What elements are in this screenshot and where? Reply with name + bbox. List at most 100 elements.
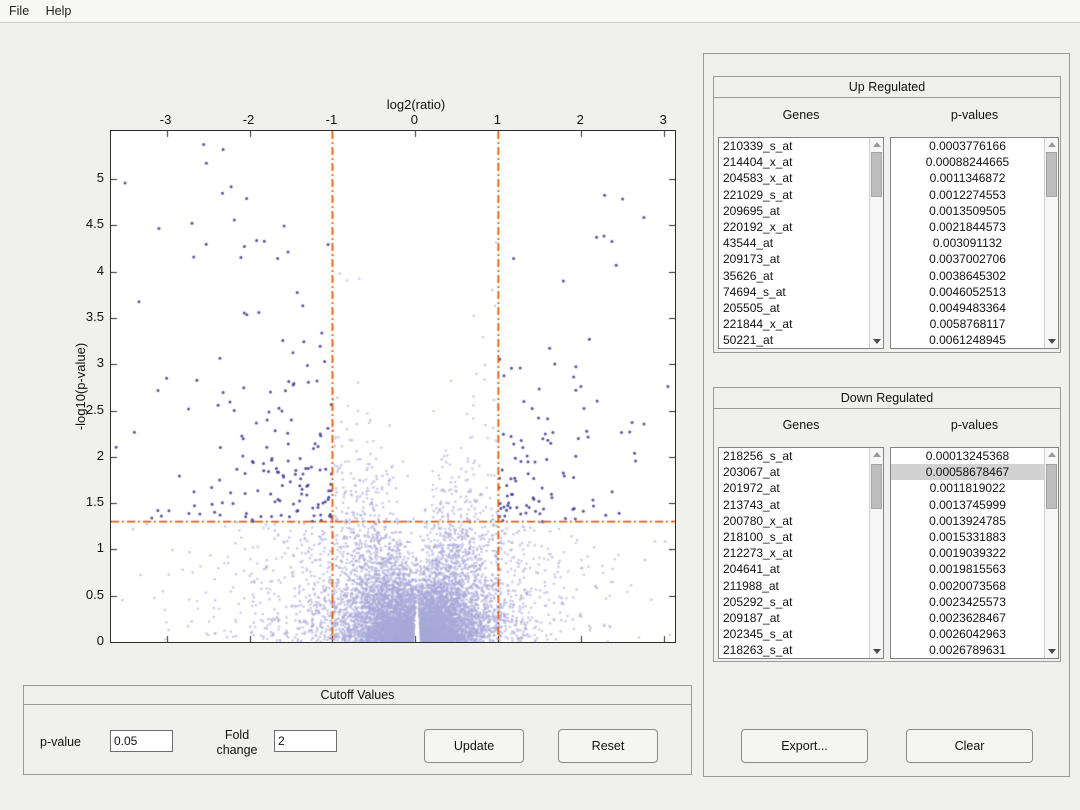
gene-list-item[interactable]: 200780_x_at xyxy=(719,513,869,529)
pvalue-list-item[interactable]: 0.0020073568 xyxy=(891,578,1044,594)
gene-list-item[interactable]: 210339_s_at xyxy=(719,138,869,154)
down-pvalues-scrollbar[interactable] xyxy=(1044,448,1058,658)
up-pvalues-scrollbar[interactable] xyxy=(1044,138,1058,348)
gene-list-item[interactable]: 202345_s_at xyxy=(719,626,869,642)
gene-list-item[interactable]: 205292_s_at xyxy=(719,594,869,610)
gene-list-item[interactable]: 35626_at xyxy=(719,268,869,284)
pvalue-list-item[interactable]: 0.0019039322 xyxy=(891,545,1044,561)
pvalue-label: p-value xyxy=(40,735,81,749)
pvalue-list-item[interactable]: 0.0015331883 xyxy=(891,529,1044,545)
pvalue-list-item[interactable]: 0.00088244665 xyxy=(891,154,1044,170)
gene-list-item[interactable]: 201972_at xyxy=(719,480,869,496)
y-tick-label: 2.5 xyxy=(64,402,104,417)
scrollbar-thumb[interactable] xyxy=(1046,152,1057,197)
scrollbar-thumb[interactable] xyxy=(871,464,882,509)
pvalue-input[interactable] xyxy=(110,730,173,752)
gene-list-item[interactable]: 204641_at xyxy=(719,561,869,577)
down-genes-scrollbar[interactable] xyxy=(869,448,883,658)
pvalue-list-item[interactable]: 0.0021844573 xyxy=(891,219,1044,235)
pvalue-list-item[interactable]: 0.0019815563 xyxy=(891,561,1044,577)
pvalue-list-item[interactable]: 0.0026042963 xyxy=(891,626,1044,642)
y-tick-label: 0.5 xyxy=(64,587,104,602)
down-pvalues-header: p-values xyxy=(890,418,1059,432)
pvalue-list-item[interactable]: 0.0013745999 xyxy=(891,497,1044,513)
scrollbar-thumb[interactable] xyxy=(1046,464,1057,509)
down-pvalues-listbox[interactable]: 0.000132453680.000586784670.00118190220.… xyxy=(890,447,1059,659)
up-genes-scrollbar[interactable] xyxy=(869,138,883,348)
y-axis-title: -log10(p-value) xyxy=(72,130,90,643)
pvalue-list-item[interactable]: 0.0026789631 xyxy=(891,642,1044,658)
menu-file[interactable]: File xyxy=(3,0,35,18)
pvalue-list-item[interactable]: 0.0037002706 xyxy=(891,251,1044,267)
gene-list-item[interactable]: 218100_s_at xyxy=(719,529,869,545)
gene-list-item[interactable]: 74694_s_at xyxy=(719,284,869,300)
pvalue-list-item[interactable]: 0.003091132 xyxy=(891,235,1044,251)
clear-button[interactable]: Clear xyxy=(906,729,1033,763)
pvalue-list-item[interactable]: 0.0046052513 xyxy=(891,284,1044,300)
gene-list-item[interactable]: 43544_at xyxy=(719,235,869,251)
pvalue-list-item[interactable]: 0.0061248945 xyxy=(891,332,1044,348)
pvalue-list-item[interactable]: 0.0013509505 xyxy=(891,203,1044,219)
x-tick-label: -3 xyxy=(146,112,186,127)
pvalue-list-item[interactable]: 0.0012274553 xyxy=(891,187,1044,203)
up-genes-listbox[interactable]: 210339_s_at214404_x_at204583_x_at221029_… xyxy=(718,137,884,349)
down-genes-listbox[interactable]: 218256_s_at203067_at201972_at213743_at20… xyxy=(718,447,884,659)
pvalue-list-item[interactable]: 0.0023628467 xyxy=(891,610,1044,626)
gene-list-item[interactable]: 211988_at xyxy=(719,578,869,594)
gene-list-item[interactable]: 218263_s_at xyxy=(719,642,869,658)
x-axis-title: log2(ratio) xyxy=(336,97,496,112)
scroll-up-icon[interactable] xyxy=(870,138,883,151)
pvalue-list-item[interactable]: 0.0058768117 xyxy=(891,316,1044,332)
update-button[interactable]: Update xyxy=(424,729,524,763)
up-regulated-title: Up Regulated xyxy=(714,77,1060,98)
x-tick-label: 2 xyxy=(560,112,600,127)
gene-list-item[interactable]: 50221_at xyxy=(719,332,869,348)
gene-list-item[interactable]: 214404_x_at xyxy=(719,154,869,170)
pvalue-list-item[interactable]: 0.0003776166 xyxy=(891,138,1044,154)
y-tick-label: 2 xyxy=(64,448,104,463)
down-genes-header: Genes xyxy=(718,418,884,432)
y-tick-label: 0 xyxy=(64,633,104,648)
gene-list-item[interactable]: 220192_x_at xyxy=(719,219,869,235)
pvalue-list-item[interactable]: 0.0049483364 xyxy=(891,300,1044,316)
scroll-down-icon[interactable] xyxy=(870,645,883,658)
pvalue-list-item[interactable]: 0.0023425573 xyxy=(891,594,1044,610)
gene-list-item[interactable]: 221029_s_at xyxy=(719,187,869,203)
gene-list-item[interactable]: 209173_at xyxy=(719,251,869,267)
gene-list-item[interactable]: 204583_x_at xyxy=(719,170,869,186)
scroll-down-icon[interactable] xyxy=(1045,645,1058,658)
gene-list-item[interactable]: 213743_at xyxy=(719,497,869,513)
pvalue-list-item[interactable]: 0.0038645302 xyxy=(891,268,1044,284)
gene-list-item[interactable]: 221844_x_at xyxy=(719,316,869,332)
scroll-down-icon[interactable] xyxy=(870,335,883,348)
pvalue-list-item[interactable]: 0.00058678467 xyxy=(891,464,1044,480)
pvalue-list-item[interactable]: 0.0011346872 xyxy=(891,170,1044,186)
y-tick-label: 4 xyxy=(64,263,104,278)
gene-list-item[interactable]: 209695_at xyxy=(719,203,869,219)
scroll-up-icon[interactable] xyxy=(1045,138,1058,151)
down-regulated-panel: Down Regulated Genes p-values 218256_s_a… xyxy=(713,387,1061,662)
pvalue-list-item[interactable]: 0.00013245368 xyxy=(891,448,1044,464)
y-tick-label: 4.5 xyxy=(64,216,104,231)
scroll-down-icon[interactable] xyxy=(1045,335,1058,348)
pvalue-list-item[interactable]: 0.0013924785 xyxy=(891,513,1044,529)
scatter-canvas[interactable] xyxy=(111,131,675,642)
scroll-up-icon[interactable] xyxy=(1045,448,1058,461)
up-pvalues-listbox[interactable]: 0.00037761660.000882446650.00113468720.0… xyxy=(890,137,1059,349)
gene-list-item[interactable]: 209187_at xyxy=(719,610,869,626)
up-genes-header: Genes xyxy=(718,108,884,122)
volcano-plot[interactable] xyxy=(110,130,676,643)
menu-bar: File Help xyxy=(0,0,1080,23)
gene-list-item[interactable]: 203067_at xyxy=(719,464,869,480)
gene-list-item[interactable]: 212273_x_at xyxy=(719,545,869,561)
scrollbar-thumb[interactable] xyxy=(871,152,882,197)
cutoff-values-panel: Cutoff Values p-value Fold change Update… xyxy=(23,685,692,775)
menu-help[interactable]: Help xyxy=(40,0,78,18)
fold-change-input[interactable] xyxy=(274,730,337,752)
gene-list-item[interactable]: 218256_s_at xyxy=(719,448,869,464)
export-button[interactable]: Export... xyxy=(741,729,868,763)
reset-button[interactable]: Reset xyxy=(558,729,658,763)
pvalue-list-item[interactable]: 0.0011819022 xyxy=(891,480,1044,496)
scroll-up-icon[interactable] xyxy=(870,448,883,461)
gene-list-item[interactable]: 205505_at xyxy=(719,300,869,316)
